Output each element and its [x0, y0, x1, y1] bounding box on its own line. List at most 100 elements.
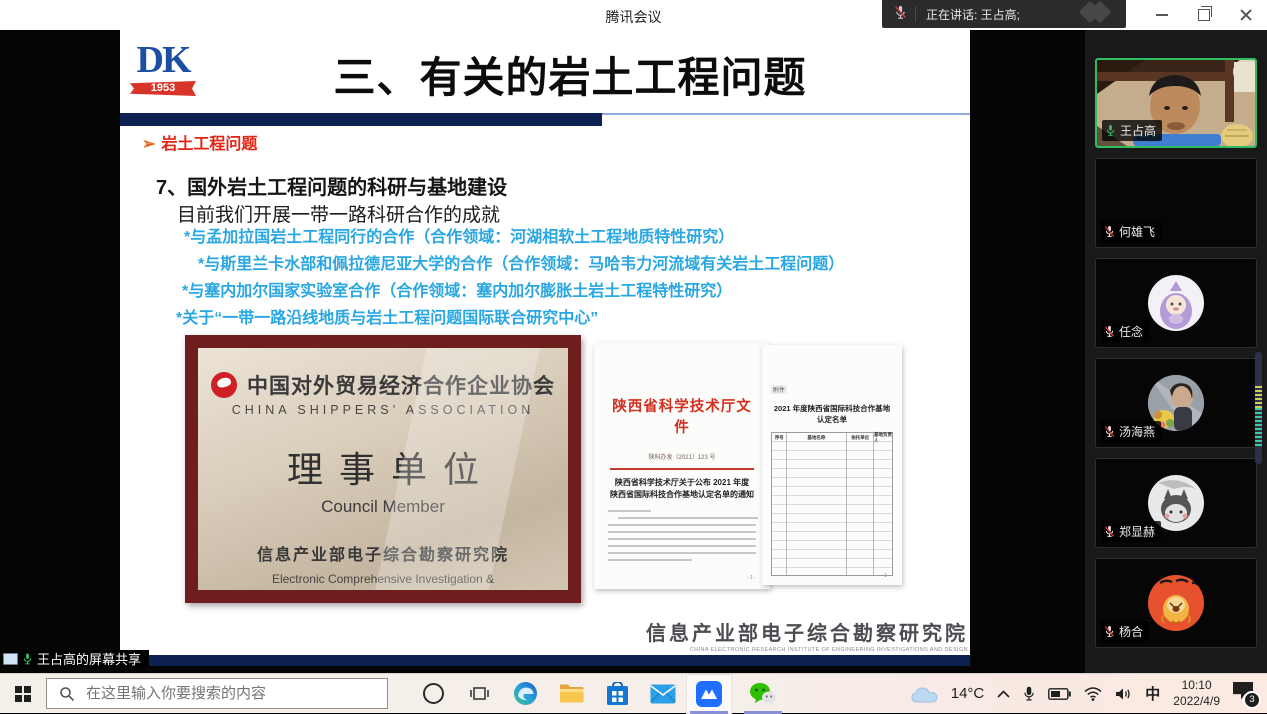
mic-muted-icon: [894, 5, 907, 23]
participant-tile-tanghaiyan[interactable]: 汤海燕: [1095, 358, 1257, 448]
sidebar-scrollbar[interactable]: [1255, 352, 1262, 464]
close-button[interactable]: [1225, 0, 1267, 30]
council-member-plaque-photo: 中国对外贸易经济合作企业协会 CHINA SHIPPERS’ ASSOCIATI…: [185, 335, 581, 603]
participant-tile-wangzhangao[interactable]: 王占高: [1095, 58, 1257, 148]
participant-tile-hexiongfei[interactable]: 何雄飞: [1095, 158, 1257, 248]
file-explorer-icon: [559, 683, 584, 704]
tencent-meeting-taskbar-button[interactable]: [686, 674, 732, 714]
participants-sidebar: 王占高 何雄飞 任念: [1085, 30, 1267, 673]
tray-mic-icon[interactable]: [1023, 685, 1035, 702]
microsoft-store-button[interactable]: [594, 674, 640, 714]
shared-screen-area: DK 1953 三、有关的岩土工程问题 ➢岩土工程问题 7、国外岩土工程问题的科…: [0, 30, 1085, 673]
doc2-attachment-label: 附件: [771, 385, 787, 394]
doc2-title: 2021 年度陕西省国际科技合作基地认定名单: [771, 403, 893, 425]
file-explorer-button[interactable]: [548, 674, 594, 714]
presentation-slide: DK 1953 三、有关的岩土工程问题 ➢岩土工程问题 7、国外岩土工程问题的科…: [120, 30, 970, 666]
taskbar-clock[interactable]: 10:10 2022/4/9: [1173, 678, 1220, 709]
mic-muted-icon: [1104, 625, 1115, 638]
mic-muted-icon: [1104, 425, 1115, 438]
screen-share-label[interactable]: 王占高的屏幕共享: [0, 650, 149, 667]
wifi-icon[interactable]: [1084, 687, 1102, 701]
restore-button[interactable]: [1183, 0, 1225, 30]
edge-button[interactable]: [502, 674, 548, 714]
dk-logo: DK 1953: [130, 42, 196, 96]
meeting-logo-watermark: [1088, 4, 1108, 20]
cooperation-list: *与孟加拉国岩土工程同行的合作（合作领域：河湖相软土工程地质特性研究） *与斯里…: [120, 224, 970, 332]
dk-logo-text: DK: [130, 42, 196, 78]
shaanxi-document-photo: 陕西省科学技术厅文件 陕科办发〔2021〕123 号 陕西省科学技术厅关于公布 …: [594, 343, 770, 589]
participant-name-label: 郑显赫: [1101, 521, 1161, 542]
slide-footer: 信息产业部电子综合勘察研究院 CHINA ELECTRONIC RESEARCH…: [646, 617, 968, 653]
weather-cloud-icon[interactable]: [911, 685, 938, 703]
notification-center-button[interactable]: 3: [1233, 682, 1257, 706]
participant-tile-zhengxianhe[interactable]: 郑显赫: [1095, 458, 1257, 548]
search-input[interactable]: [84, 684, 368, 703]
participant-name-label: 汤海燕: [1101, 421, 1161, 442]
minimize-button[interactable]: [1141, 0, 1183, 30]
mail-icon: [650, 684, 676, 704]
slide-title: 三、有关的岩土工程问题: [230, 44, 910, 105]
title-divider: [120, 112, 970, 126]
edge-icon: [513, 681, 538, 706]
notification-badge: 3: [1243, 691, 1261, 709]
mic-on-icon: [1105, 124, 1116, 137]
speaking-indicator[interactable]: 正在讲话: 王占高;: [882, 0, 1126, 28]
mic-on-icon: [22, 652, 33, 666]
participant-tile-yanghe[interactable]: 杨合: [1095, 558, 1257, 648]
divider: [915, 6, 916, 22]
footer-institute-cn: 信息产业部电子综合勘察研究院: [646, 617, 968, 646]
list-item: *关于“一带一路沿线地质与岩土工程问题国际联合研究中心”: [120, 305, 970, 332]
base-list-document-photo: 附件 2021 年度陕西省国际科技合作基地认定名单 序号 基地名称 依托单位 基…: [762, 345, 902, 585]
store-icon: [606, 682, 629, 706]
start-button[interactable]: [0, 674, 46, 714]
doc2-page-number: - 1 -: [881, 573, 890, 579]
participant-tile-rennian[interactable]: 任念: [1095, 258, 1257, 348]
taskbar-search[interactable]: [46, 678, 388, 709]
list-item: *与孟加拉国岩土工程同行的合作（合作领域：河湖相软土工程地质特性研究）: [120, 224, 970, 251]
mic-muted-icon: [1104, 325, 1115, 338]
task-view-button[interactable]: [456, 674, 502, 714]
minimize-icon: [1156, 14, 1168, 16]
speaker-icon[interactable]: [1115, 687, 1132, 701]
avatar: [1148, 575, 1204, 631]
mail-button[interactable]: [640, 674, 686, 714]
footer-institute-en: CHINA ELECTRONIC RESEARCH INSTITUTE OF E…: [646, 647, 968, 653]
system-tray: 14°C 中 10:10 2022/4/9 3: [911, 678, 1267, 709]
restore-icon: [1198, 9, 1210, 21]
temperature[interactable]: 14°C: [951, 685, 985, 702]
section-bullet-label: 岩土工程问题: [161, 136, 257, 153]
participant-name-label: 王占高: [1102, 120, 1162, 141]
search-icon: [59, 686, 75, 702]
share-label-text: 王占高的屏幕共享: [37, 649, 141, 668]
mic-muted-icon: [1104, 225, 1115, 238]
list-item: *与斯里兰卡水部和佩拉德尼亚大学的合作（合作领域：马哈韦力河流域有关岩土工程问题…: [120, 251, 970, 278]
slide-heading: 7、国外岩土工程问题的科研与基地建设: [156, 171, 507, 200]
speaking-text: 正在讲话: 王占高;: [926, 6, 1020, 23]
mic-muted-icon: [1104, 525, 1115, 538]
participant-name-label: 何雄飞: [1101, 221, 1161, 242]
tray-expand-chevron-icon[interactable]: [997, 690, 1010, 698]
doc1-title: 陕西省科学技术厅关于公布 2021 年度 陕西省国际科技合作基地认定名单的通知: [606, 477, 758, 501]
doc1-header: 陕西省科学技术厅文件: [606, 395, 758, 437]
tencent-meeting-icon: [696, 681, 722, 707]
wechat-taskbar-button[interactable]: [740, 674, 786, 714]
task-view-icon: [470, 685, 489, 702]
avatar: [1148, 275, 1204, 331]
list-item: *与塞内加尔国家实验室合作（合作领域：塞内加尔膨胀土岩土工程特性研究）: [120, 278, 970, 305]
ime-indicator[interactable]: 中: [1145, 683, 1160, 704]
association-logo-icon: [211, 372, 237, 398]
slide-bottom-bar: [120, 655, 970, 666]
close-icon: [1240, 9, 1252, 21]
battery-icon[interactable]: [1048, 688, 1071, 700]
cortana-button[interactable]: [410, 674, 456, 714]
meeting-titlebar: 腾讯会议 正在讲话: 王占高;: [0, 0, 1267, 30]
clock-time: 10:10: [1173, 678, 1220, 694]
participant-name-label: 任念: [1101, 321, 1149, 342]
doc2-table: 序号 基地名称 依托单位 基地负责人: [771, 432, 893, 576]
wechat-icon: [749, 682, 777, 706]
screen-icon: [3, 653, 18, 665]
doc1-red-rule: [610, 468, 754, 470]
clock-date: 2022/4/9: [1173, 694, 1220, 710]
doc1-page-number: - 1 -: [747, 575, 756, 581]
windows-taskbar: 14°C 中 10:10 2022/4/9 3: [0, 673, 1267, 713]
